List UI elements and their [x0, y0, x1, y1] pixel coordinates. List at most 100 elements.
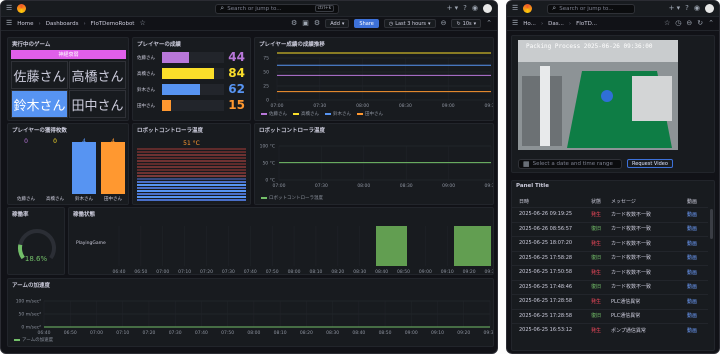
date-range-input[interactable]: ▦ Select a date and time range [518, 159, 622, 169]
star-icon[interactable]: ☆ [139, 20, 145, 27]
legend-item[interactable]: 佐藤さん [261, 111, 287, 117]
x-tick-label: 07:40 [195, 330, 208, 336]
heat-stripe [137, 154, 246, 156]
collapse-icon[interactable]: ⌃ [486, 20, 492, 27]
rss-icon[interactable]: ◉ [694, 5, 700, 12]
table-row[interactable]: 2025-06-26 08:56:57 復旧 カード枚数不一致 動画 [512, 221, 708, 236]
wins-value: 0 [53, 138, 57, 145]
legend-item[interactable]: アームの加速度 [14, 337, 53, 343]
table-row[interactable]: 2025-06-25 17:28:58 発生 PLC通信異常 動画 [512, 294, 708, 308]
row-video-link[interactable]: 動画 [687, 254, 697, 261]
row-time: 2025-06-25 16:53:12 [519, 327, 573, 334]
row-video-link[interactable]: 動画 [687, 269, 697, 276]
y-tick-label: 0 °C [265, 178, 275, 184]
search-shortcut: ctrl+k [314, 5, 335, 12]
table-row[interactable]: 2025-06-26 09:19:25 発生 カード枚数不一致 動画 [512, 207, 708, 221]
x-tick-label: 07:10 [116, 330, 129, 336]
table-row[interactable]: 2025-06-25 17:28:58 復旧 PLC通信異常 動画 [512, 308, 708, 323]
breadcrumb-dashboard[interactable]: FIoTD... [576, 21, 597, 27]
request-video-button[interactable]: Request Video [627, 159, 673, 168]
camera-machine [632, 76, 672, 121]
panel-title: プレイヤーの成績 [137, 42, 181, 48]
row-status: 復旧 [591, 284, 602, 291]
help-icon[interactable]: ? [685, 5, 689, 12]
search-input[interactable]: ⌕ Search or jump to... [547, 3, 636, 14]
breadcrumb-dashboards[interactable]: Das... [548, 21, 564, 27]
x-tick-label: 09:30 [484, 330, 494, 336]
clock-icon[interactable]: ◷ [675, 20, 681, 27]
share-button[interactable]: Share [354, 19, 379, 28]
collapse-icon[interactable]: ⌃ [708, 20, 714, 27]
search-input[interactable]: ⌕ Search or jump to... ctrl+k [215, 3, 340, 14]
menu-icon[interactable]: ☰ [512, 20, 518, 27]
time-range-picker[interactable]: ◷ Last 3 hours ▾ [383, 19, 436, 28]
sidebar-toggle-icon[interactable]: ☰ [6, 5, 12, 12]
grafana-logo[interactable] [523, 4, 533, 13]
rss-icon[interactable]: ◉ [472, 5, 478, 12]
refresh-icon[interactable]: ↻ [697, 20, 703, 27]
save-icon[interactable]: ▣ [302, 20, 309, 27]
column-header-time[interactable]: 日時 [519, 198, 529, 205]
row-video-link[interactable]: 動画 [687, 225, 697, 232]
search-placeholder: Search or jump to... [227, 5, 282, 12]
avatar[interactable] [705, 4, 714, 13]
row-video-link[interactable]: 動画 [687, 283, 697, 290]
y-tick-label: 100 m/sec² [16, 299, 42, 305]
breadcrumb-home[interactable]: Home [17, 21, 33, 27]
y-tick-label: 50 [263, 70, 269, 76]
sidebar-toggle-icon[interactable]: ☰ [512, 5, 518, 12]
help-icon[interactable]: ? [463, 5, 467, 12]
table-row[interactable]: 2025-06-25 17:58:28 復旧 カード枚数不一致 動画 [512, 250, 708, 265]
x-tick-label: 08:50 [379, 330, 392, 336]
column-header-video[interactable]: 動画 [687, 198, 697, 205]
row-time: 2025-06-25 17:28:58 [519, 312, 573, 319]
heat-stripes [137, 148, 246, 202]
menu-icon[interactable]: ☰ [6, 20, 12, 27]
x-tick-label: 08:10 [309, 269, 322, 275]
column-header-status[interactable]: 状態 [591, 198, 601, 205]
table-row[interactable]: 2025-06-25 17:50:58 発生 カード枚数不一致 動画 [512, 265, 708, 279]
legend-item[interactable]: 田中さん [357, 111, 383, 117]
game-cell: 田中さん [69, 90, 126, 118]
row-video-link[interactable]: 動画 [687, 298, 697, 305]
x-tick-label: 07:20 [200, 269, 213, 275]
row-video-link[interactable]: 動画 [687, 240, 697, 247]
zoom-out-icon[interactable]: ⊖ [441, 20, 447, 27]
y-tick-label: 100 °C [260, 144, 275, 150]
legend-item[interactable]: 高橋さん [293, 111, 319, 117]
search-icon: ⌕ [552, 4, 557, 12]
temp-panel: ロボットコントローラ温度 100 °C 50 °C 0 °C 07:00 07:30 08… [254, 123, 494, 205]
breadcrumb-home[interactable]: Ho... [523, 21, 536, 27]
legend-item[interactable]: 鈴木さん [325, 111, 351, 117]
x-tick-label: 08:00 [288, 269, 301, 275]
row-video-link[interactable]: 動画 [687, 312, 697, 319]
column-header-message[interactable]: メッセージ [611, 198, 636, 205]
temp-chart: 100 °C 50 °C 0 °C07:00 07:30 08:00 08:30 09:00… [260, 144, 493, 190]
settings-icon[interactable]: ⚙ [314, 20, 320, 27]
table-row[interactable]: 2025-06-25 16:53:12 発生 ポンプ通信異常 動画 [512, 323, 708, 337]
legend-item[interactable]: ロボットコントローラ温度 [261, 195, 323, 201]
row-video-link[interactable]: 動画 [687, 211, 697, 218]
star-icon[interactable]: ☆ [664, 20, 670, 27]
heat-stripe [137, 193, 246, 195]
avatar[interactable] [483, 4, 492, 13]
breadcrumb-dashboard[interactable]: FIoTDemoRobot [91, 21, 135, 27]
game-cell: 高橋さん [69, 61, 126, 89]
refresh-icon: ↻ [456, 20, 461, 27]
add-icon[interactable]: + ▾ [669, 5, 681, 12]
game-header: 神経衰弱 [11, 50, 126, 59]
zoom-out-icon[interactable]: ⊖ [686, 20, 692, 27]
grafana-logo[interactable] [17, 4, 27, 13]
add-icon[interactable]: + ▾ [447, 5, 459, 12]
table-scrollbar[interactable] [710, 209, 713, 239]
add-button[interactable]: Add ▾ [325, 19, 350, 28]
x-tick-label: 08:30 [353, 269, 366, 275]
share-icon[interactable]: ⚙ [291, 20, 297, 27]
breadcrumb-dashboards[interactable]: Dashboards [46, 21, 79, 27]
heat-stripe [137, 163, 246, 165]
accel-panel: アームの加速度 100 m/sec² 50 m/sec² 0 m/sec² 06:40… [7, 278, 494, 347]
table-row[interactable]: 2025-06-25 18:07:20 発生 カード枚数不一致 動画 [512, 236, 708, 250]
table-row[interactable]: 2025-06-25 17:48:46 復旧 カード枚数不一致 動画 [512, 279, 708, 294]
refresh-button[interactable]: ↻ 10s ▾ [451, 19, 482, 28]
row-video-link[interactable]: 動画 [687, 327, 697, 334]
